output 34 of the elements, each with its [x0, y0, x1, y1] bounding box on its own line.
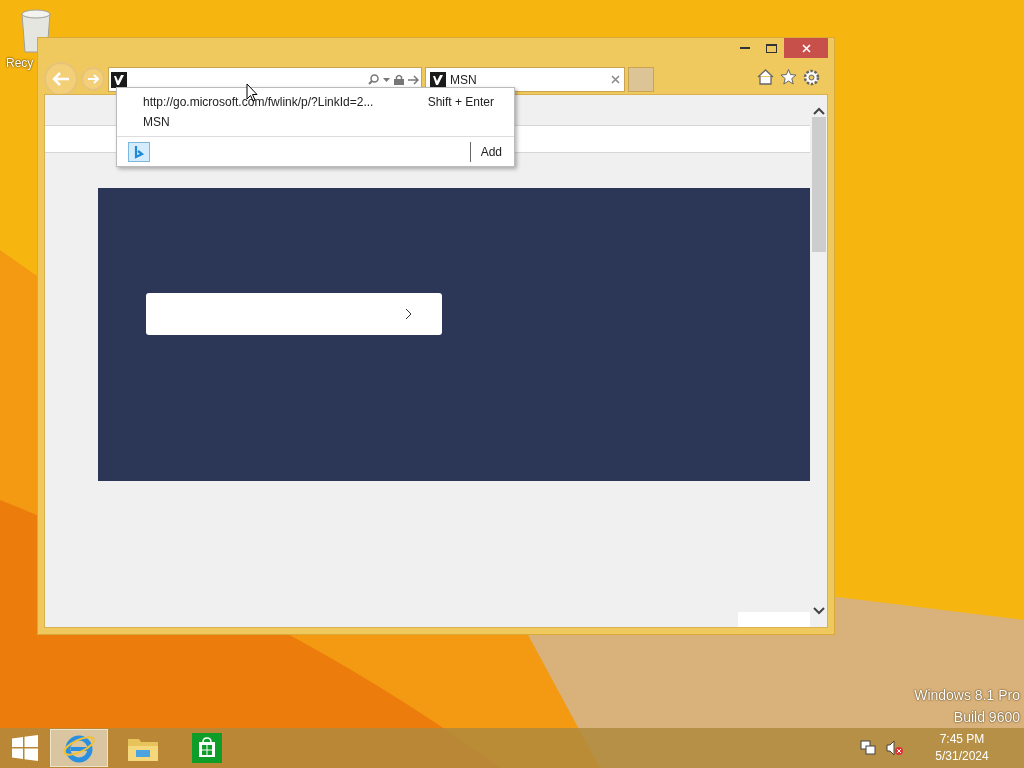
shopping-bag-icon	[192, 733, 222, 763]
minimize-icon	[740, 47, 750, 49]
network-icon[interactable]	[860, 740, 876, 756]
footer-panel	[738, 612, 810, 627]
icon-label: Recy	[6, 55, 34, 72]
muted-speaker-icon[interactable]	[886, 740, 904, 756]
go-arrow-icon[interactable]	[408, 74, 419, 85]
add-button[interactable]: Add	[470, 142, 503, 161]
close-icon	[801, 43, 811, 53]
chevron-right-icon[interactable]	[405, 308, 412, 320]
lock-icon	[394, 74, 404, 85]
maximize-icon	[765, 43, 777, 53]
windows-logo-icon	[12, 735, 38, 761]
b-logo-icon[interactable]	[128, 141, 150, 162]
taskbar-app-button[interactable]	[50, 729, 108, 767]
left-arrow-icon	[52, 72, 70, 86]
suggestion-item[interactable]: MSN	[117, 112, 514, 132]
right-arrow-icon	[87, 74, 99, 84]
close-tab-icon[interactable]	[611, 75, 620, 84]
suggestion-item[interactable]: http://go.microsoft.com/fwlink/p/?LinkId=2... Shift + Enter	[117, 92, 514, 112]
dropdown-caret-icon[interactable]	[383, 77, 390, 82]
watermark-text: Windows 8.1 Pro	[914, 686, 1020, 705]
suggestion-text: http://go.microsoft.com/fwlink/p/?LinkId=2...	[143, 94, 375, 111]
shortcut-hint: Shift + Enter	[427, 94, 494, 111]
scroll-up-icon[interactable]	[812, 107, 825, 115]
suggestion-text: MSN	[143, 114, 171, 131]
scroll-down-icon[interactable]	[812, 607, 825, 615]
watermark-text: Build 9600	[953, 708, 1020, 727]
home-icon[interactable]	[757, 68, 774, 85]
search-icon[interactable]	[368, 74, 379, 85]
star-icon[interactable]	[780, 68, 797, 85]
settings-icon[interactable]	[803, 68, 820, 86]
scroll-thumb[interactable]	[811, 117, 826, 252]
tab-title: MSN	[450, 71, 478, 89]
